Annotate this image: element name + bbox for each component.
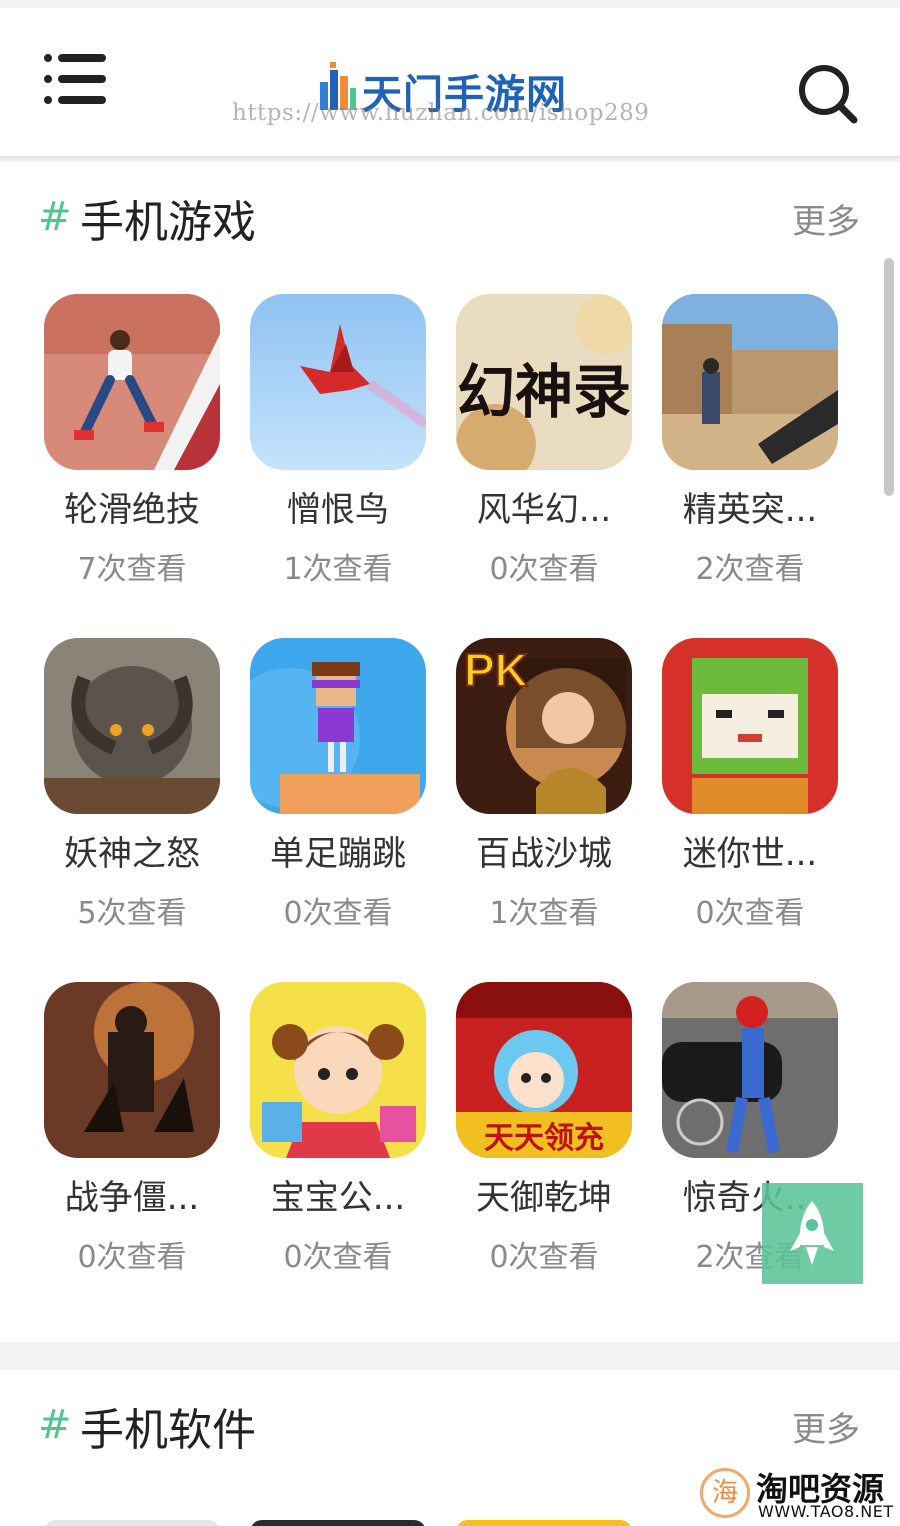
section-hash: # — [38, 1402, 72, 1448]
app-icon-peek — [250, 1520, 426, 1526]
game-name: 迷你世... — [682, 834, 818, 874]
game-icon: 天天领充 — [456, 982, 632, 1158]
game-icon — [250, 982, 426, 1158]
game-icon — [44, 638, 220, 814]
view-count: 0次查看 — [489, 1240, 599, 1275]
game-name: 百战沙城 — [476, 834, 612, 874]
game-name: 憎恨鸟 — [287, 490, 389, 530]
game-name: 风华幻... — [476, 490, 612, 530]
view-count: 1次查看 — [283, 552, 393, 587]
game-tile[interactable]: 天天领充 天御乾坤 0次查看 — [456, 982, 634, 1282]
game-name: 轮滑绝技 — [64, 490, 200, 530]
app-icon-peek — [44, 1520, 220, 1526]
rocket-icon — [790, 1201, 834, 1265]
game-tile[interactable]: 精英突... 2次查看 — [662, 294, 840, 594]
view-count: 0次查看 — [489, 552, 599, 587]
view-count: 7次查看 — [77, 552, 187, 587]
view-count: 0次查看 — [695, 896, 805, 931]
game-icon — [44, 294, 220, 470]
view-count: 0次查看 — [77, 1240, 187, 1275]
scrollbar[interactable] — [884, 258, 894, 496]
top-header: 天门手游网 https://www.huzhan.com/ishop289 — [0, 8, 900, 158]
section-title: 手机软件 — [80, 1405, 256, 1456]
game-tile[interactable]: 妖神之怒 5次查看 — [44, 638, 222, 938]
game-name: 天御乾坤 — [476, 1178, 612, 1218]
game-tile[interactable]: 战争僵... 0次查看 — [44, 982, 222, 1282]
game-icon: 幻神录 — [456, 294, 632, 470]
game-icon — [662, 294, 838, 470]
game-icon — [44, 982, 220, 1158]
watermark-url: https://www.huzhan.com/ishop289 — [232, 100, 650, 126]
game-tile[interactable]: PK 百战沙城 1次查看 — [456, 638, 634, 938]
view-count: 2次查看 — [695, 552, 805, 587]
view-count: 0次查看 — [283, 1240, 393, 1275]
section-title: 手机游戏 — [80, 197, 256, 248]
view-count: 5次查看 — [77, 896, 187, 931]
game-icon — [662, 982, 838, 1158]
menu-icon[interactable] — [44, 54, 106, 104]
game-name: 宝宝公... — [270, 1178, 406, 1218]
watermark-url-text: WWW.TAO8.NET — [758, 1502, 894, 1521]
game-name: 妖神之怒 — [64, 834, 200, 874]
game-name: 精英突... — [682, 490, 818, 530]
section-hash: # — [38, 194, 72, 240]
game-icon-text: PK — [464, 644, 528, 696]
game-icon — [250, 294, 426, 470]
games-section: # 手机游戏 更多 轮滑绝技 7次查看 憎恨鸟 1次查看 幻神录 风华幻... … — [0, 162, 900, 1342]
game-tile[interactable]: 单足蹦跳 0次查看 — [250, 638, 428, 938]
game-name: 单足蹦跳 — [270, 834, 406, 874]
view-count: 1次查看 — [489, 896, 599, 931]
game-tile[interactable]: 憎恨鸟 1次查看 — [250, 294, 428, 594]
app-icon-peek — [456, 1520, 632, 1526]
more-link[interactable]: 更多 — [792, 1402, 860, 1451]
game-tile[interactable]: 宝宝公... 0次查看 — [250, 982, 428, 1282]
game-icon-text: 幻神录 — [457, 358, 631, 426]
corner-watermark: 海 淘吧资源 WWW.TAO8.NET — [696, 1464, 900, 1526]
game-icon — [662, 638, 838, 814]
game-icon — [250, 638, 426, 814]
game-icon: PK — [456, 638, 632, 814]
game-icon-text: 天天领充 — [484, 1121, 604, 1155]
game-name: 战争僵... — [64, 1178, 200, 1218]
games-section-header: # 手机游戏 更多 — [0, 162, 900, 272]
back-to-top-button[interactable] — [762, 1183, 863, 1284]
more-link[interactable]: 更多 — [792, 194, 860, 243]
game-tile[interactable]: 轮滑绝技 7次查看 — [44, 294, 222, 594]
watermark-logo-icon: 海 — [700, 1468, 750, 1518]
game-tile[interactable]: 迷你世... 0次查看 — [662, 638, 840, 938]
search-icon[interactable] — [796, 62, 858, 124]
view-count: 0次查看 — [283, 896, 393, 931]
game-tile[interactable]: 幻神录 风华幻... 0次查看 — [456, 294, 634, 594]
